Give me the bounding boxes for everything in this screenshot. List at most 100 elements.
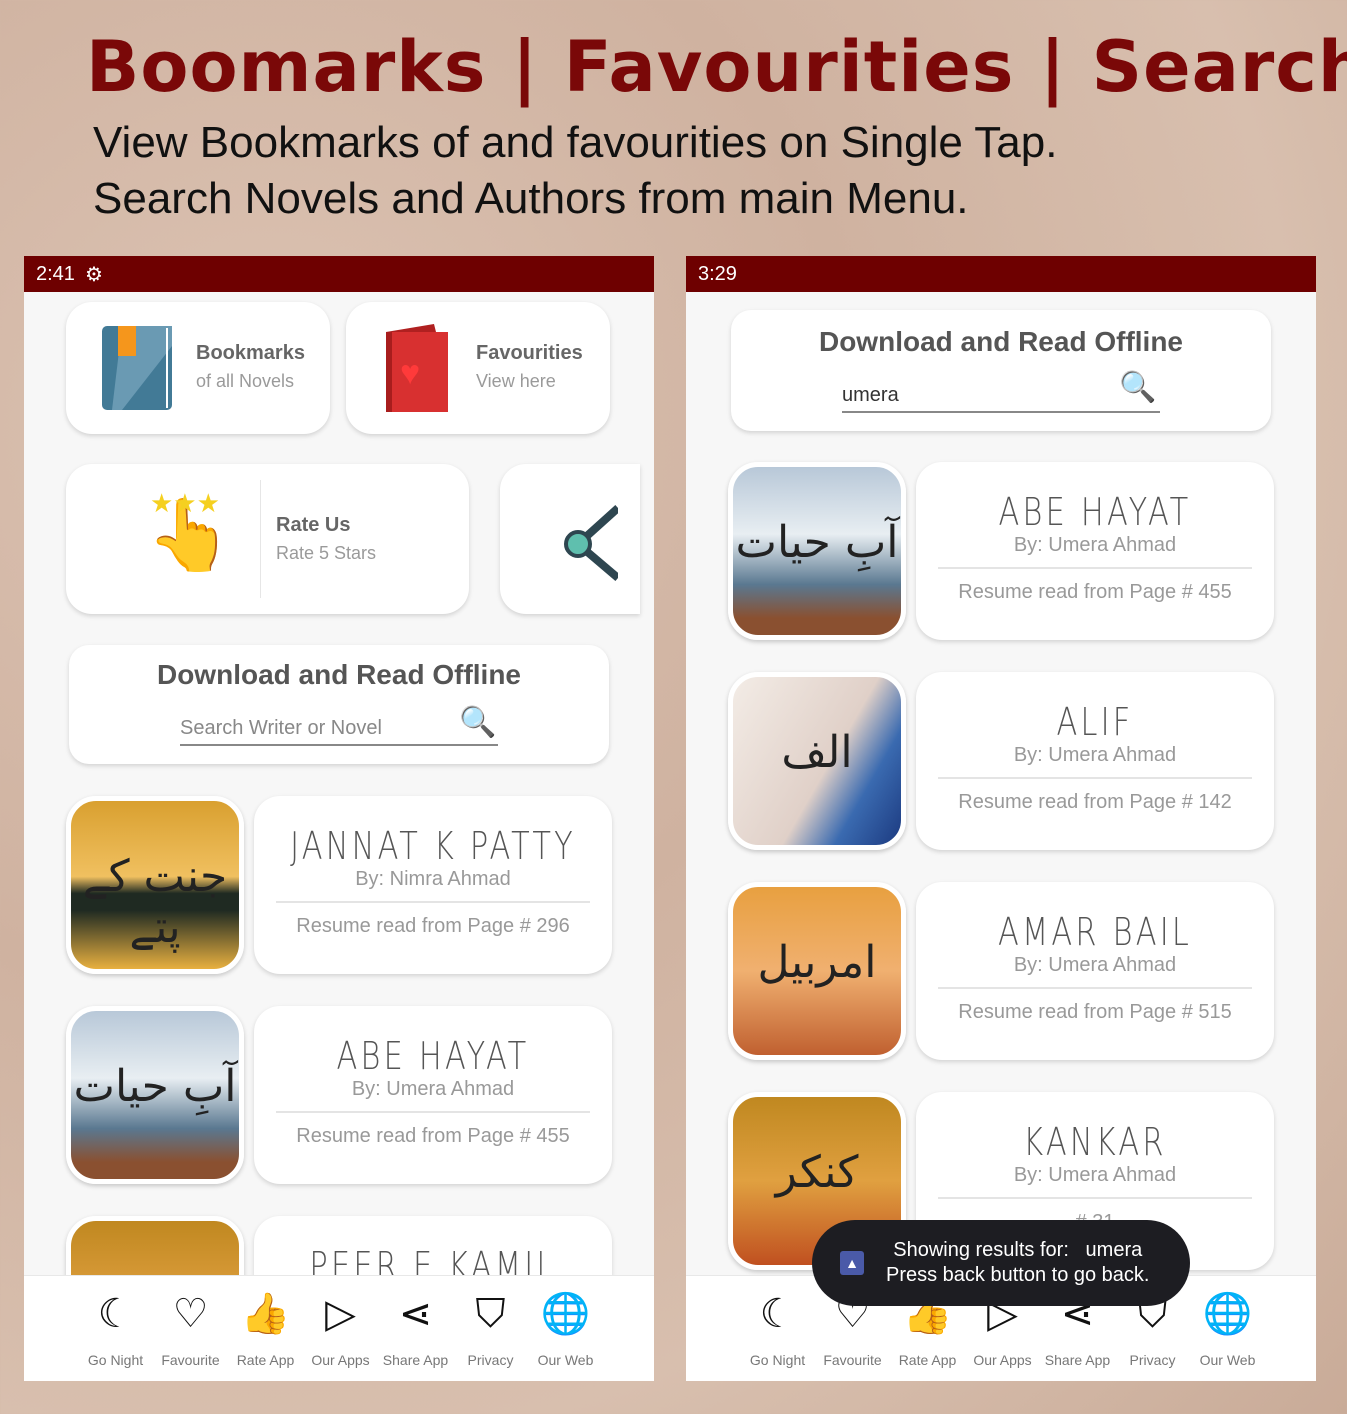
nav-label: Our Web: [1199, 1352, 1256, 1368]
share-icon: [564, 505, 618, 582]
moon-icon: ☾: [97, 1292, 134, 1336]
toast-message: ▲ Showing results for: umera Press back …: [812, 1220, 1190, 1306]
search-input[interactable]: Search Writer or Novel: [180, 717, 498, 746]
novel-title: ABE HAYAT: [336, 1034, 530, 1078]
novel-author: By: Umera Ahmad: [1013, 534, 1177, 556]
promo-title: Boomarks | Favourities | Search: [86, 26, 1347, 108]
nav-label: Rate App: [236, 1352, 295, 1368]
status-bar: 2:41 ⚙: [24, 256, 654, 292]
search-card: Download and Read Offline Search Writer …: [69, 645, 609, 764]
rate-us-card[interactable]: 👆 ★★★ Rate Us Rate 5 Stars: [66, 464, 469, 614]
divider: [938, 987, 1252, 989]
svg-text:♥: ♥: [400, 354, 420, 392]
status-time: 2:41: [36, 262, 75, 285]
right-phone-screen: 3:29 Download and Read Offline umera 🔍 آ…: [686, 256, 1316, 1381]
promo-subtitle-2: Search Novels and Authors from main Menu…: [93, 174, 969, 223]
bookmark-book-icon: [102, 326, 172, 410]
novel-title: ALIF: [1056, 700, 1134, 744]
novel-cover[interactable]: جنت کے پتے: [66, 796, 244, 974]
novel-cover[interactable]: آبِ حیات: [728, 462, 906, 640]
favourites-card[interactable]: ♥ Favourities View here: [346, 302, 610, 434]
toast-line-2: Press back button to go back.: [886, 1264, 1150, 1286]
nav-label: Share App: [382, 1352, 449, 1368]
promo-subtitle-1: View Bookmarks of and favourities on Sin…: [93, 118, 1058, 167]
thumbs-up-icon: 👍: [240, 1292, 291, 1336]
search-card-title: Download and Read Offline: [818, 326, 1183, 357]
nav-label: Share App: [1044, 1352, 1111, 1368]
toast-line-1: Showing results for: umera: [893, 1239, 1143, 1261]
nav-label: Favourite: [161, 1352, 220, 1368]
novel-author: By: Umera Ahmad: [1013, 954, 1177, 976]
nav-item-share-app[interactable]: ⋖ Share App: [378, 1276, 453, 1381]
share-card[interactable]: [500, 464, 640, 614]
globe-icon: 🌐: [1202, 1292, 1253, 1336]
status-bar: 3:29: [686, 256, 1316, 292]
nav-item-favourite[interactable]: ♡ Favourite: [153, 1276, 228, 1381]
globe-icon: 🌐: [540, 1292, 591, 1336]
nav-item-go-night[interactable]: ☾ Go Night: [740, 1276, 815, 1381]
stars-icon: ★★★: [150, 488, 220, 518]
cover-title: الف: [781, 727, 853, 778]
search-input[interactable]: umera: [842, 384, 1160, 413]
divider: [938, 1197, 1252, 1199]
divider: [260, 480, 261, 598]
resume-page[interactable]: Resume read from Page # 455: [916, 581, 1274, 604]
heart-book-icon: ♥: [386, 324, 448, 412]
search-card-title: Download and Read Offline: [156, 659, 521, 690]
novel-info-card[interactable]: AMAR BAIL By: Umera Ahmad Resume read from…: [916, 882, 1274, 1060]
cover-title: کنکر: [775, 1147, 859, 1198]
resume-page[interactable]: Resume read from Page # 142: [916, 791, 1274, 814]
nav-item-our-web[interactable]: 🌐 Our Web: [1190, 1276, 1265, 1381]
nav-label: Rate App: [898, 1352, 957, 1368]
novel-author: By: Nimra Ahmad: [355, 868, 511, 890]
share-icon: ⋖: [398, 1292, 433, 1336]
rate-title: Rate Us: [276, 514, 351, 536]
novel-cover[interactable]: الف: [728, 672, 906, 850]
nav-label: Privacy: [467, 1352, 514, 1368]
divider: [938, 567, 1252, 569]
novel-author: By: Umera Ahmad: [1013, 744, 1177, 766]
novel-title: JANNAT K PATTY: [290, 824, 576, 868]
resume-page[interactable]: Resume read from Page # 296: [254, 915, 612, 938]
novel-cover[interactable]: آبِ حیات: [66, 1006, 244, 1184]
nav-item-our-web[interactable]: 🌐 Our Web: [528, 1276, 603, 1381]
resume-page[interactable]: Resume read from Page # 455: [254, 1125, 612, 1148]
novel-info-card[interactable]: ABE HAYAT By: Umera Ahmad Resume read from…: [916, 462, 1274, 640]
bookmarks-card[interactable]: Bookmarks of all Novels: [66, 302, 330, 434]
nav-item-our-apps[interactable]: ▷ Our Apps: [303, 1276, 378, 1381]
android-icon: ▲: [840, 1251, 864, 1275]
divider: [938, 777, 1252, 779]
nav-label: Our Apps: [311, 1352, 370, 1368]
shield-user-icon: ⛉: [475, 1292, 506, 1336]
nav-label: Our Apps: [973, 1352, 1032, 1368]
divider: [276, 1111, 590, 1113]
play-store-icon: ▷: [325, 1292, 356, 1336]
heart-icon: ♡: [172, 1292, 209, 1336]
nav-item-privacy[interactable]: ⛉ Privacy: [453, 1276, 528, 1381]
cover-title: آبِ حیات: [73, 1061, 237, 1112]
moon-icon: ☾: [759, 1292, 796, 1336]
nav-label: Go Night: [749, 1352, 806, 1368]
cover-title: امربیل: [757, 937, 877, 988]
favourites-subtitle: View here: [476, 371, 556, 391]
left-phone-screen: 2:41 ⚙ Bookmarks of all Novels ♥ Favouri…: [24, 256, 654, 1381]
novel-info-card[interactable]: JANNAT K PATTY By: Nimra Ahmad Resume read…: [254, 796, 612, 974]
rate-subtitle: Rate 5 Stars: [276, 543, 377, 563]
cover-title: آبِ حیات: [735, 517, 899, 568]
novel-title: KANKAR: [1023, 1120, 1167, 1164]
novel-cover[interactable]: امربیل: [728, 882, 906, 1060]
nav-label: Privacy: [1129, 1352, 1176, 1368]
search-icon[interactable]: 🔍: [1119, 370, 1156, 405]
bookmarks-title: Bookmarks: [196, 342, 305, 364]
nav-item-rate-app[interactable]: 👍 Rate App: [228, 1276, 303, 1381]
resume-page[interactable]: Resume read from Page # 515: [916, 1001, 1274, 1024]
settings-gear-icon: ⚙: [84, 263, 103, 286]
novel-title: ABE HAYAT: [998, 490, 1192, 534]
novel-title: AMAR BAIL: [997, 910, 1192, 954]
search-icon[interactable]: 🔍: [459, 705, 496, 740]
novel-info-card[interactable]: ALIF By: Umera Ahmad Resume read from Page…: [916, 672, 1274, 850]
nav-item-go-night[interactable]: ☾ Go Night: [78, 1276, 153, 1381]
bottom-nav: ☾ Go Night ♡ Favourite 👍 Rate App ▷ Our Apps ⋖ Sh…: [24, 1275, 654, 1381]
novel-author: By: Umera Ahmad: [1013, 1164, 1177, 1186]
novel-info-card[interactable]: ABE HAYAT By: Umera Ahmad Resume read from…: [254, 1006, 612, 1184]
